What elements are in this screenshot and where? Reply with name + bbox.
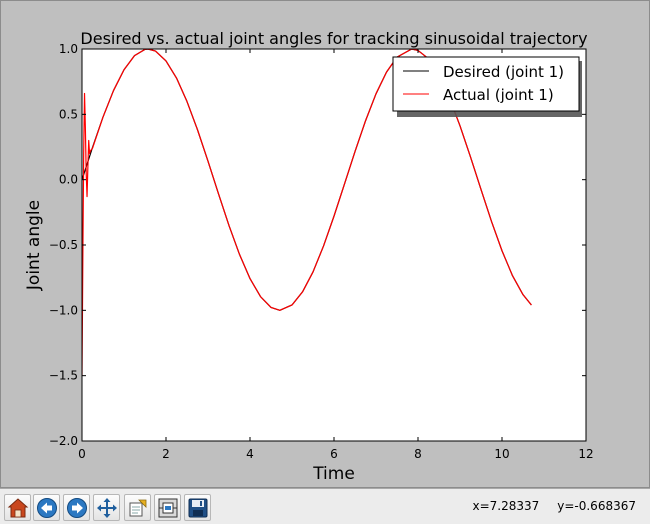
move-icon <box>96 497 117 518</box>
home-icon <box>7 497 28 517</box>
x-tick-label: 4 <box>246 447 254 461</box>
legend-label-desired: Desired (joint 1) <box>443 63 564 81</box>
legend-label-actual: Actual (joint 1) <box>443 86 554 104</box>
save-icon <box>188 498 207 517</box>
x-axis-label: Time <box>312 464 355 484</box>
cursor-coordinates: x=7.28337 y=-0.668367 <box>472 499 636 513</box>
pan-button[interactable] <box>93 494 120 521</box>
arrow-left-icon <box>36 497 57 518</box>
y-tick-label: −0.5 <box>49 238 78 252</box>
subplots-button[interactable] <box>154 494 181 521</box>
y-tick-label: −1.5 <box>49 369 78 383</box>
chart[interactable]: 0 2 4 6 8 10 12 1.0 0.5 0.0 −0.5 −1.0 −1.5 −2.0 Desir… <box>1 1 650 489</box>
x-tick-label: 8 <box>414 447 422 461</box>
y-tick-label: 0.0 <box>59 173 78 187</box>
cursor-x-readout: x=7.28337 <box>472 499 540 513</box>
forward-button[interactable] <box>63 494 90 521</box>
x-tick-label: 0 <box>78 447 86 461</box>
arrow-right-icon <box>66 497 87 518</box>
legend: Desired (joint 1) Actual (joint 1) <box>392 56 582 117</box>
back-button[interactable] <box>33 494 60 521</box>
y-tick-label: −2.0 <box>49 434 78 448</box>
subplots-icon <box>158 498 177 517</box>
y-axis-label: Joint angle <box>24 200 44 291</box>
x-tick-label: 10 <box>494 447 509 461</box>
figure-canvas[interactable]: 0 2 4 6 8 10 12 1.0 0.5 0.0 −0.5 −1.0 −1.5 −2.0 Desir… <box>0 0 650 488</box>
navigation-toolbar: x=7.28337 y=-0.668367 <box>0 488 650 524</box>
save-button[interactable] <box>184 494 211 521</box>
y-tick-label: −1.0 <box>49 303 78 317</box>
chart-title: Desired vs. actual joint angles for trac… <box>80 29 587 48</box>
y-tick-label: 0.5 <box>59 107 78 121</box>
home-button[interactable] <box>4 494 31 521</box>
zoom-rect-icon <box>129 499 146 516</box>
x-tick-label: 6 <box>330 447 338 461</box>
cursor-y-readout: y=-0.668367 <box>557 499 636 513</box>
x-tick-label: 2 <box>162 447 170 461</box>
x-tick-label: 12 <box>578 447 593 461</box>
zoom-button[interactable] <box>124 494 151 521</box>
y-tick-label: 1.0 <box>59 42 78 56</box>
